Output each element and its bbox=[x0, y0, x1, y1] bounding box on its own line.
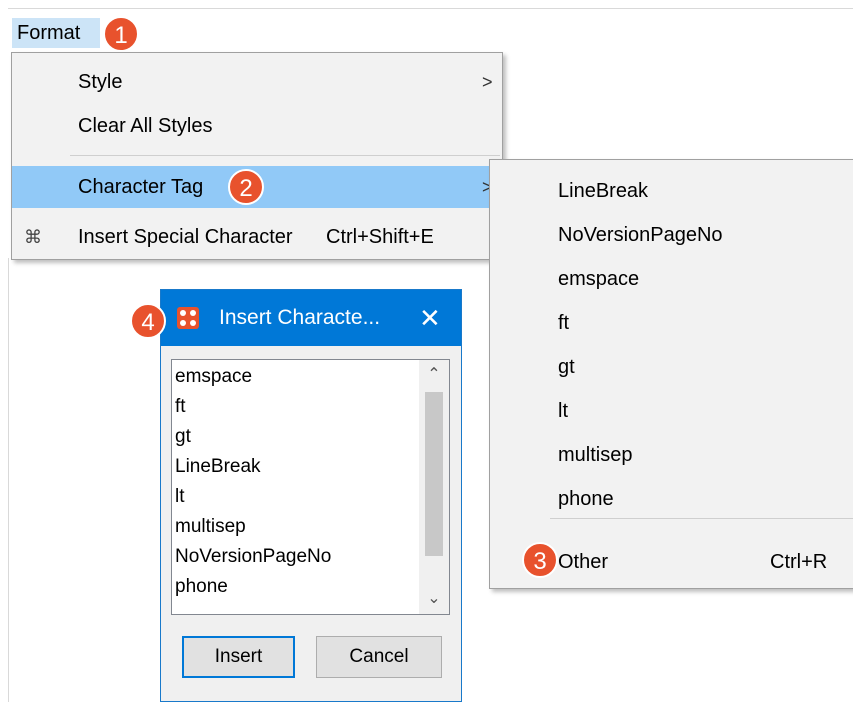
submenu-item-label: LineBreak bbox=[558, 180, 649, 202]
menu-format[interactable]: Format bbox=[12, 18, 100, 48]
submenu-item-label: multisep bbox=[558, 444, 633, 466]
step-badge-4: 4 bbox=[130, 303, 166, 339]
dialog-titlebar[interactable]: Insert Characte... ✕ bbox=[161, 290, 461, 346]
list-item[interactable]: LineBreak bbox=[175, 452, 261, 482]
submenu-item-label: ft bbox=[558, 312, 570, 334]
submenu-item-label: phone bbox=[558, 488, 614, 510]
dialog-title: Insert Characte... bbox=[219, 306, 381, 329]
close-icon[interactable]: ✕ bbox=[419, 290, 441, 346]
submenu-item-other-shortcut: Ctrl+R bbox=[770, 551, 828, 573]
submenu-item[interactable]: multisep bbox=[490, 433, 853, 477]
chevron-right-icon: > bbox=[482, 72, 493, 92]
submenu-item[interactable]: emspace bbox=[490, 257, 853, 301]
submenu-item[interactable]: NoVersionPageNo bbox=[490, 213, 853, 257]
submenu-item-other-label: Other bbox=[558, 551, 609, 573]
cancel-button[interactable]: Cancel bbox=[316, 636, 442, 678]
list-item[interactable]: lt bbox=[175, 482, 185, 512]
submenu-item[interactable]: gt bbox=[490, 345, 853, 389]
submenu-item-label: gt bbox=[558, 356, 575, 378]
step-badge-3: 3 bbox=[522, 542, 558, 578]
menu-item-character-tag-label: Character Tag bbox=[78, 176, 204, 198]
scroll-down-arrow-icon[interactable]: ⌄ bbox=[419, 584, 449, 614]
list-item[interactable]: emspace bbox=[175, 362, 252, 392]
menu-format-label: Format bbox=[17, 22, 81, 44]
list-item[interactable]: NoVersionPageNo bbox=[175, 542, 331, 572]
menu-item-insert-special-character-label: Insert Special Character bbox=[78, 226, 293, 248]
submenu-item-label: NoVersionPageNo bbox=[558, 224, 723, 246]
insert-character-dialog: Insert Characte... ✕ emspace ft gt LineB… bbox=[160, 289, 462, 702]
submenu-item[interactable]: lt bbox=[490, 389, 853, 433]
step-badge-2: 2 bbox=[228, 169, 264, 205]
list-item[interactable]: multisep bbox=[175, 512, 246, 542]
window-edge-left bbox=[8, 258, 9, 702]
format-menu: Style > Clear All Styles Character Tag >… bbox=[11, 52, 503, 260]
submenu-item[interactable]: phone bbox=[490, 477, 853, 521]
insert-special-character-shortcut: Ctrl+Shift+E bbox=[326, 226, 434, 248]
scroll-up-arrow-icon[interactable]: ⌃ bbox=[419, 360, 449, 390]
submenu-item[interactable]: LineBreak bbox=[490, 169, 853, 213]
scrollbar-thumb[interactable] bbox=[425, 392, 443, 556]
window-edge-top bbox=[8, 8, 853, 9]
step-badge-1: 1 bbox=[103, 16, 139, 52]
list-item[interactable]: phone bbox=[175, 572, 228, 602]
submenu-item-label: lt bbox=[558, 400, 568, 422]
insert-button[interactable]: Insert bbox=[182, 636, 295, 678]
submenu-separator bbox=[550, 518, 853, 519]
app-icon bbox=[177, 307, 199, 329]
menu-item-style-label: Style bbox=[78, 71, 123, 93]
list-item[interactable]: ft bbox=[175, 392, 186, 422]
list-item[interactable]: gt bbox=[175, 422, 191, 452]
character-tag-submenu: LineBreak NoVersionPageNo emspace ft gt … bbox=[489, 159, 853, 589]
menu-item-style[interactable]: Style > bbox=[12, 61, 502, 103]
special-character-icon: ⌘ bbox=[24, 227, 42, 247]
menu-item-clear-all-styles[interactable]: Clear All Styles bbox=[12, 105, 502, 147]
menu-item-clear-all-styles-label: Clear All Styles bbox=[78, 115, 213, 137]
submenu-item[interactable]: ft bbox=[490, 301, 853, 345]
menu-item-insert-special-character[interactable]: ⌘ Insert Special Character Ctrl+Shift+E bbox=[12, 216, 502, 258]
submenu-item-label: emspace bbox=[558, 268, 640, 290]
listbox-scrollbar[interactable]: ⌃ ⌄ bbox=[419, 360, 449, 614]
menu-separator bbox=[70, 155, 500, 156]
character-tag-listbox[interactable]: emspace ft gt LineBreak lt multisep NoVe… bbox=[171, 359, 450, 615]
